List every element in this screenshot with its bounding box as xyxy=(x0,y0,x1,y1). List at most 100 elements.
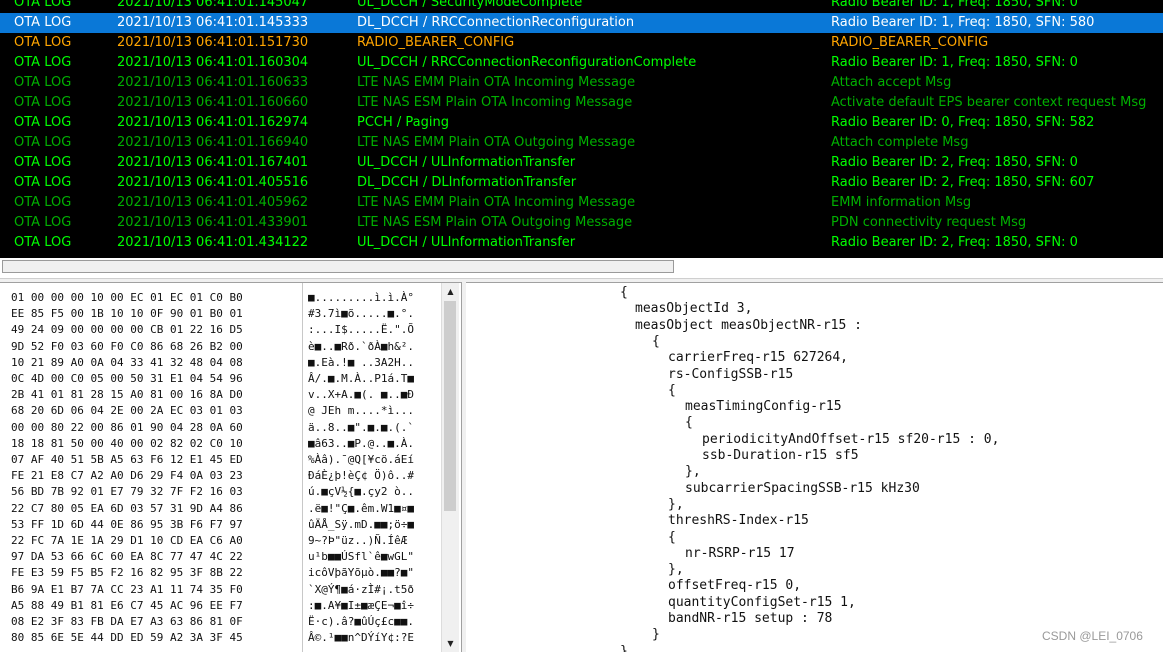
horizontal-scrollbar-thumb[interactable] xyxy=(2,260,674,273)
log-row[interactable]: OTA LOG 2021/10/13 06:41:01.433901 LTE NAS… xyxy=(0,213,1163,233)
detail-line: }, xyxy=(668,562,684,578)
log-info-cell: Radio Bearer ID: 0, Freq: 1850, SFN: 582 xyxy=(831,115,1095,130)
log-time-cell: 2021/10/13 06:41:01.167401 xyxy=(117,155,309,170)
log-message-cell: LTE NAS ESM Plain OTA Incoming Message xyxy=(357,95,633,110)
log-row[interactable]: OTA LOG 2021/10/13 06:41:01.162974 PCCH / … xyxy=(0,113,1163,133)
log-info-cell: Attach accept Msg xyxy=(831,75,952,90)
log-time-cell: 2021/10/13 06:41:01.160660 xyxy=(117,95,309,110)
log-message-cell: DL_DCCH / RRCConnectionReconfiguration xyxy=(357,15,635,30)
log-type-cell: OTA LOG xyxy=(14,0,72,10)
log-info-cell: Radio Bearer ID: 1, Freq: 1850, SFN: 580 xyxy=(831,15,1095,30)
detail-line: } xyxy=(620,643,628,652)
detail-line: nr-RSRP-r15 17 xyxy=(685,545,795,561)
log-time-cell: 2021/10/13 06:41:01.145333 xyxy=(117,15,309,30)
log-message-cell: PCCH / Paging xyxy=(357,115,449,130)
detail-line: { xyxy=(668,529,676,545)
detail-line: rs-ConfigSSB-r15 xyxy=(668,366,794,382)
scroll-down-icon[interactable]: ▼ xyxy=(442,635,459,652)
log-time-cell: 2021/10/13 06:41:01.166940 xyxy=(117,135,309,150)
detail-line: measObject measObjectNR-r15 : xyxy=(635,317,862,333)
log-type-cell: OTA LOG xyxy=(14,135,72,150)
log-message-cell: UL_DCCH / RRCConnectionReconfigurationCo… xyxy=(357,55,697,70)
scroll-up-icon[interactable]: ▲ xyxy=(442,283,459,300)
detail-line: { xyxy=(685,415,693,431)
log-info-cell: Radio Bearer ID: 1, Freq: 1850, SFN: 0 xyxy=(831,55,1078,70)
log-row[interactable]: OTA LOG 2021/10/13 06:41:01.434122 UL_DCCH… xyxy=(0,233,1163,253)
log-message-cell: LTE NAS EMM Plain OTA Outgoing Message xyxy=(357,135,636,150)
log-time-cell: 2021/10/13 06:41:01.151730 xyxy=(117,35,309,50)
detail-line: ssb-Duration-r15 sf5 xyxy=(702,448,859,463)
log-message-cell: LTE NAS EMM Plain OTA Incoming Message xyxy=(357,75,636,90)
detail-line: subcarrierSpacingSSB-r15 kHz30 xyxy=(685,480,920,496)
detail-line: periodicityAndOffset-r15 sf20-r15 : 0, xyxy=(702,431,1000,447)
log-row[interactable]: OTA LOG 2021/10/13 06:41:01.167401 UL_DCCH… xyxy=(0,153,1163,173)
log-info-cell: Activate default EPS bearer context requ… xyxy=(831,95,1147,110)
log-row[interactable]: OTA LOG 2021/10/13 06:41:01.405516 DL_DCCH… xyxy=(0,173,1163,193)
log-message-cell: LTE NAS ESM Plain OTA Outgoing Message xyxy=(357,215,633,230)
log-row[interactable]: OTA LOG 2021/10/13 06:41:01.160633 LTE NAS… xyxy=(0,73,1163,93)
log-message-cell: UL_DCCH / ULInformationTransfer xyxy=(357,235,576,250)
log-type-cell: OTA LOG xyxy=(14,215,72,230)
log-time-cell: 2021/10/13 06:41:01.145047 xyxy=(117,0,309,10)
log-info-cell: RADIO_BEARER_CONFIG xyxy=(831,35,989,50)
log-type-cell: OTA LOG xyxy=(14,15,72,30)
detail-line: offsetFreq-r15 0, xyxy=(668,578,802,594)
log-info-cell: Radio Bearer ID: 2, Freq: 1850, SFN: 607 xyxy=(831,175,1095,190)
log-type-cell: OTA LOG xyxy=(14,75,72,90)
vertical-scrollbar-thumb[interactable] xyxy=(444,301,456,511)
log-info-cell: Radio Bearer ID: 2, Freq: 1850, SFN: 0 xyxy=(831,155,1078,170)
detail-line: measTimingConfig-r15 xyxy=(685,399,842,415)
log-row[interactable]: OTA LOG 2021/10/13 06:41:01.166940 LTE NAS… xyxy=(0,133,1163,153)
log-time-cell: 2021/10/13 06:41:01.160633 xyxy=(117,75,309,90)
log-message-cell: UL_DCCH / ULInformationTransfer xyxy=(357,155,576,170)
detail-line: }, xyxy=(685,464,701,480)
detail-line: bandNR-r15 setup : 78 xyxy=(668,611,833,626)
log-row[interactable]: OTA LOG 2021/10/13 06:41:01.145047 UL_DCCH… xyxy=(0,0,1163,13)
watermark: CSDN @LEI_0706 xyxy=(1042,629,1143,643)
hex-ascii-divider xyxy=(302,283,303,652)
log-message-cell: RADIO_BEARER_CONFIG xyxy=(357,35,515,50)
log-type-cell: OTA LOG xyxy=(14,35,72,50)
detail-line: carrierFreq-r15 627264, xyxy=(668,350,849,366)
log-time-cell: 2021/10/13 06:41:01.434122 xyxy=(117,235,309,250)
log-type-cell: OTA LOG xyxy=(14,175,72,190)
horizontal-scrollbar[interactable] xyxy=(0,258,1163,279)
log-time-cell: 2021/10/13 06:41:01.162974 xyxy=(117,115,309,130)
log-message-cell: UL_DCCH / SecurityModeComplete xyxy=(357,0,583,10)
ota-log-list[interactable]: OTA LOG 2021/10/13 06:41:01.145047 UL_DCCH… xyxy=(0,0,1163,258)
detail-line: { xyxy=(668,382,676,398)
detail-line: measObjectId 3, xyxy=(635,301,753,317)
vertical-scrollbar[interactable]: ▲ ▼ xyxy=(441,283,459,652)
log-time-cell: 2021/10/13 06:41:01.433901 xyxy=(117,215,309,230)
log-time-cell: 2021/10/13 06:41:01.160304 xyxy=(117,55,309,70)
log-row[interactable]: OTA LOG 2021/10/13 06:41:01.160304 UL_DCCH… xyxy=(0,53,1163,73)
log-info-cell: Attach complete Msg xyxy=(831,135,969,150)
log-time-cell: 2021/10/13 06:41:01.405962 xyxy=(117,195,309,210)
log-row[interactable]: OTA LOG 2021/10/13 06:41:01.151730 RADIO_B… xyxy=(0,33,1163,53)
log-type-cell: OTA LOG xyxy=(14,95,72,110)
log-type-cell: OTA LOG xyxy=(14,155,72,170)
detail-line: } xyxy=(652,627,660,643)
log-info-cell: Radio Bearer ID: 1, Freq: 1850, SFN: 0 xyxy=(831,0,1078,10)
detail-line: { xyxy=(652,333,660,349)
log-row[interactable]: OTA LOG 2021/10/13 06:41:01.160660 LTE NAS… xyxy=(0,93,1163,113)
log-message-cell: LTE NAS EMM Plain OTA Incoming Message xyxy=(357,195,636,210)
log-type-cell: OTA LOG xyxy=(14,235,72,250)
log-message-cell: DL_DCCH / DLInformationTransfer xyxy=(357,175,577,190)
detail-line: { xyxy=(620,285,628,300)
log-info-cell: PDN connectivity request Msg xyxy=(831,215,1027,230)
log-row[interactable]: OTA LOG 2021/10/13 06:41:01.405962 LTE NAS… xyxy=(0,193,1163,213)
hex-dump-pane[interactable]: 01 00 00 00 10 00 EC 01 EC 01 C0 B0 ■....… xyxy=(0,282,462,652)
log-info-cell: EMM information Msg xyxy=(831,195,972,210)
hex-ascii: Â©.¹■■n^DÝíY¢:?E xyxy=(308,631,414,645)
detail-line: }, xyxy=(668,496,684,512)
log-time-cell: 2021/10/13 06:41:01.405516 xyxy=(117,175,309,190)
log-type-cell: OTA LOG xyxy=(14,195,72,210)
log-info-cell: Radio Bearer ID: 2, Freq: 1850, SFN: 0 xyxy=(831,235,1078,250)
hex-bytes: 80 85 6E 5E 44 DD ED 59 A2 3A 3F 45 xyxy=(11,631,243,645)
detail-line: threshRS-Index-r15 xyxy=(668,513,809,529)
log-type-cell: OTA LOG xyxy=(14,115,72,130)
log-row[interactable]: OTA LOG 2021/10/13 06:41:01.145333 DL_DCCH… xyxy=(0,13,1163,33)
message-detail-pane[interactable]: { measObjectId 3, measObject measObjectNR-… xyxy=(466,282,1163,652)
detail-line: quantityConfigSet-r15 1, xyxy=(668,594,856,610)
